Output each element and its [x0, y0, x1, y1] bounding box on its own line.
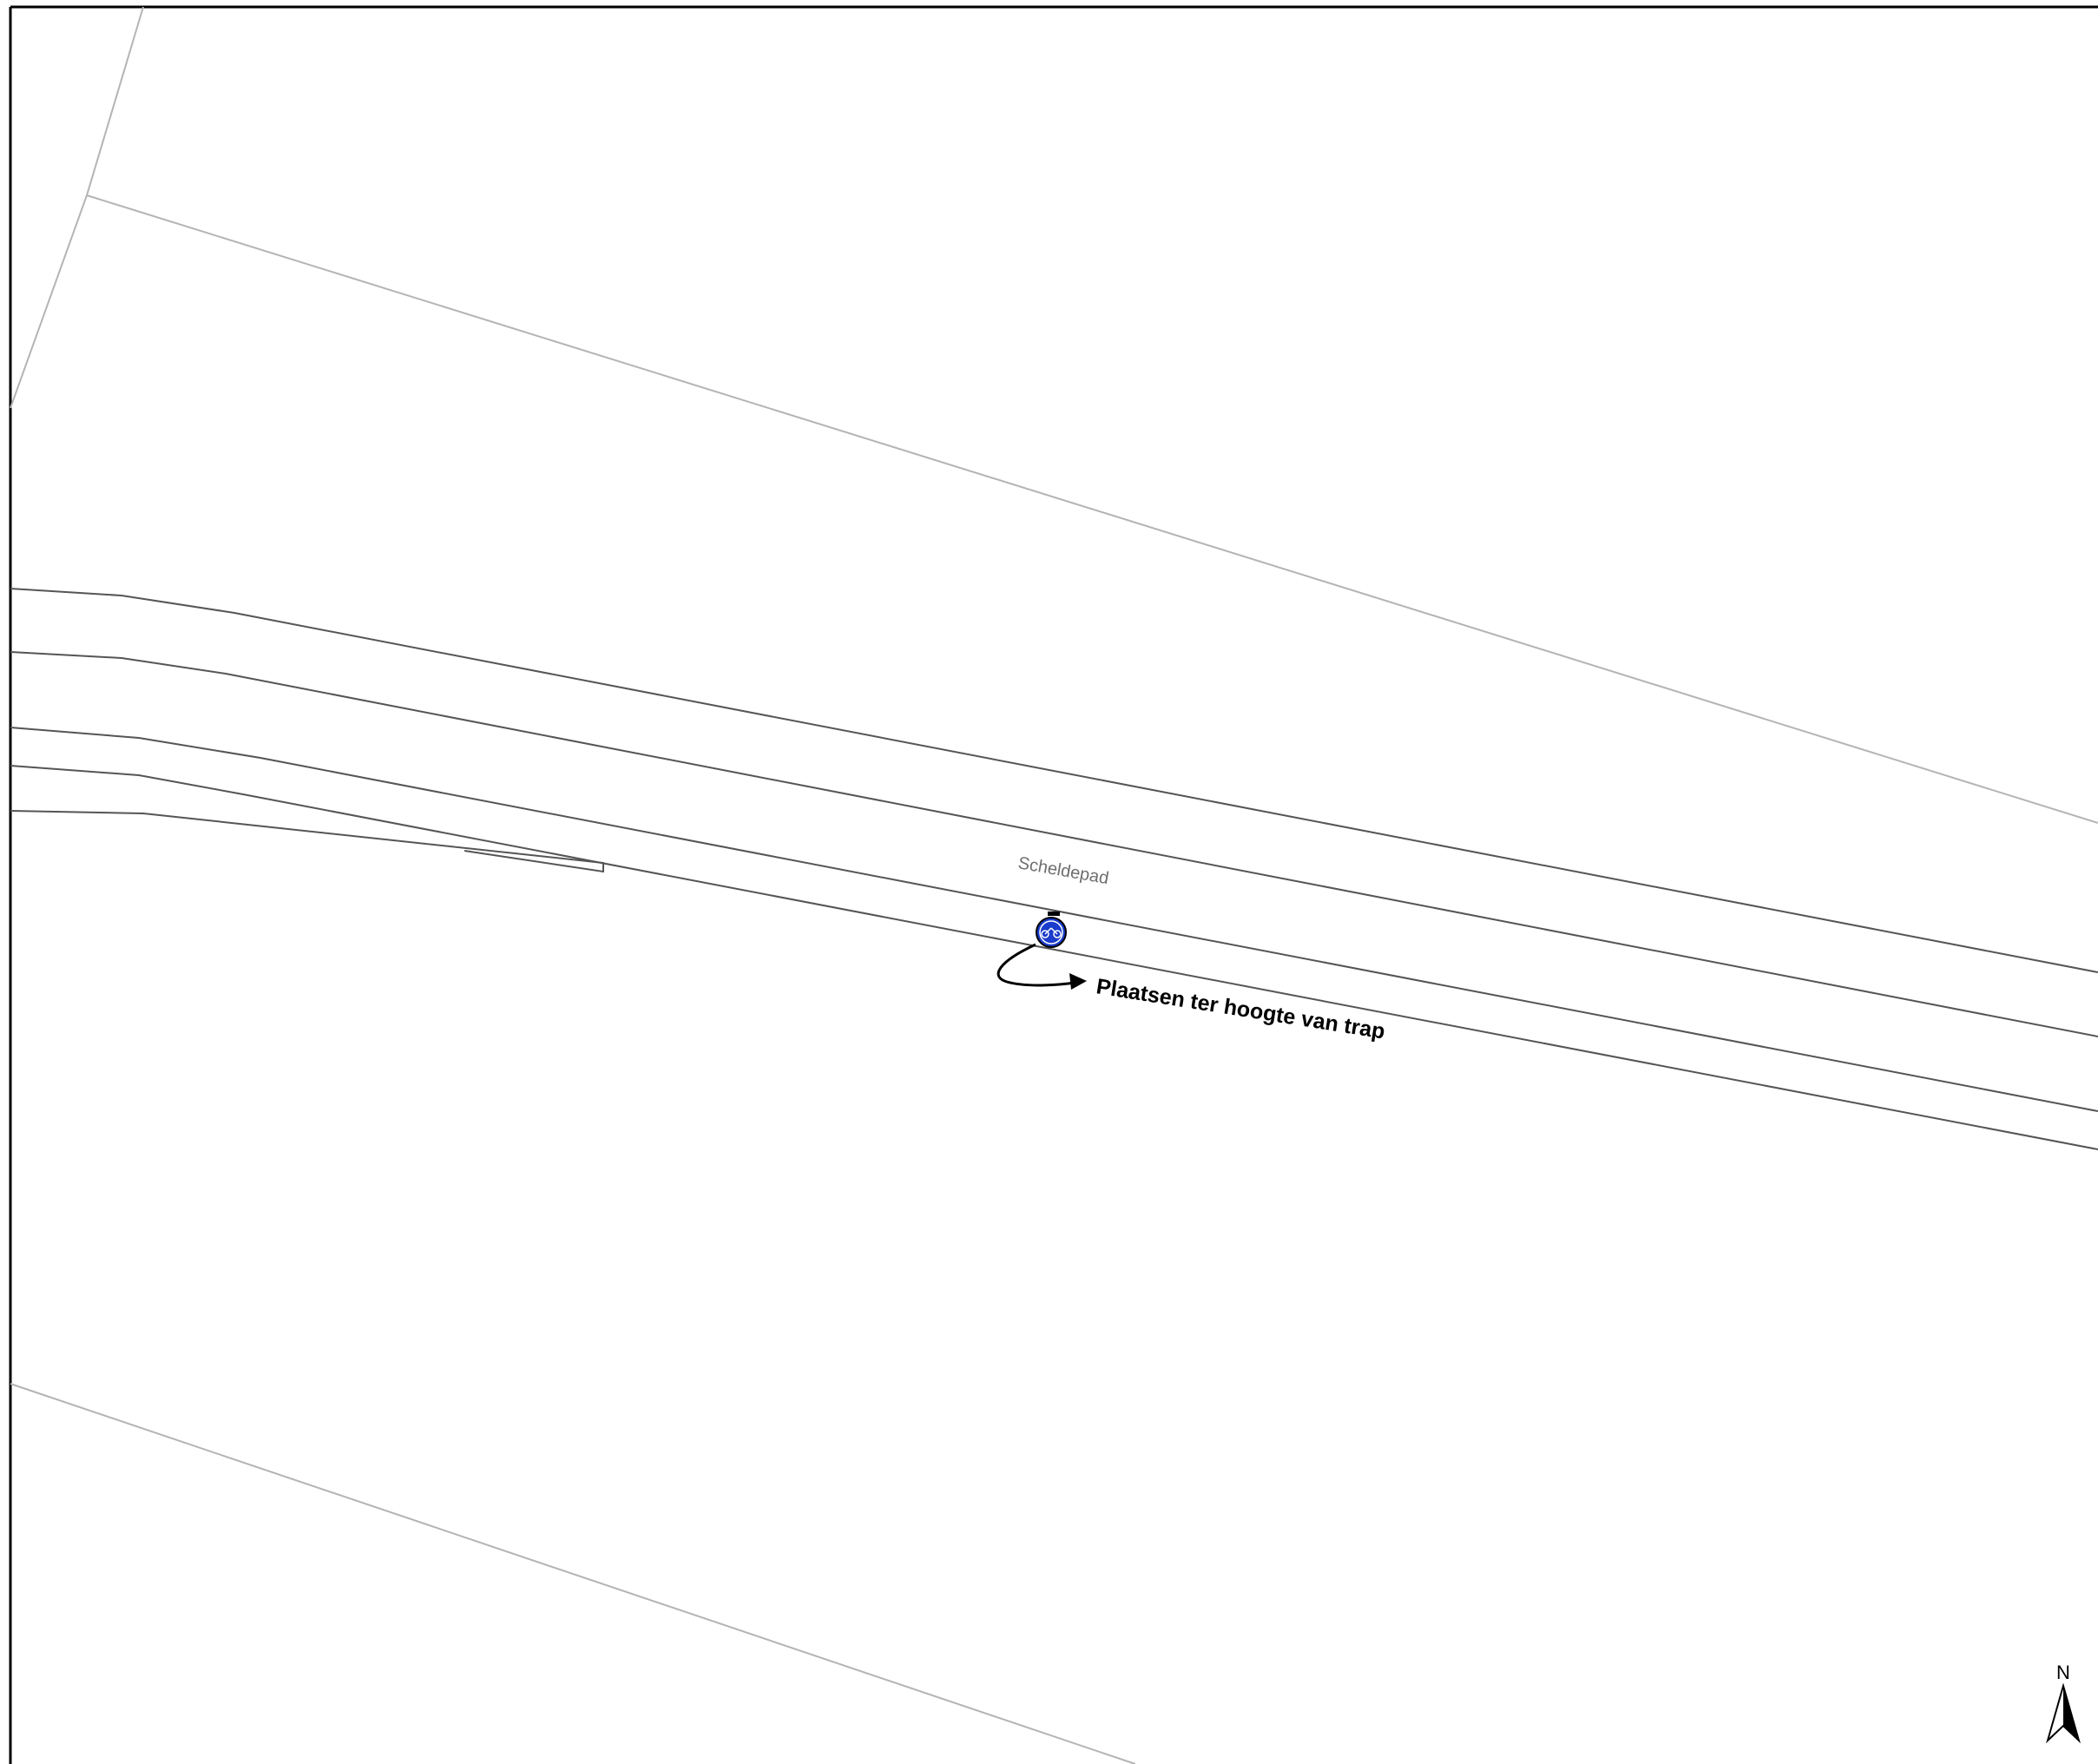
parcel-lines: [10, 6, 2098, 1764]
bicycle-moped-sign-icon: [1036, 917, 1067, 948]
map-frame-border: [9, 5, 2098, 1764]
road-edge-5: [10, 810, 604, 873]
north-arrow: N: [2046, 1662, 2081, 1744]
map-drawing: Scheldepad Plaatsen ter hoogte van trap …: [9, 5, 2098, 1764]
road-edge-4: [10, 765, 2098, 1150]
sign-post-cap: [1048, 912, 1060, 916]
street-name-label: Scheldepad: [1016, 853, 1110, 888]
traffic-sign[interactable]: [1036, 912, 1067, 948]
north-letter: N: [2056, 1662, 2070, 1683]
road-edge-2: [10, 651, 2098, 1037]
parcel-line-south: [10, 1383, 1136, 1764]
map-canvas: Scheldepad Plaatsen ter hoogte van trap …: [0, 0, 2098, 1764]
annotation-arrow: [996, 943, 1087, 990]
parcel-line-north: [86, 194, 2098, 824]
